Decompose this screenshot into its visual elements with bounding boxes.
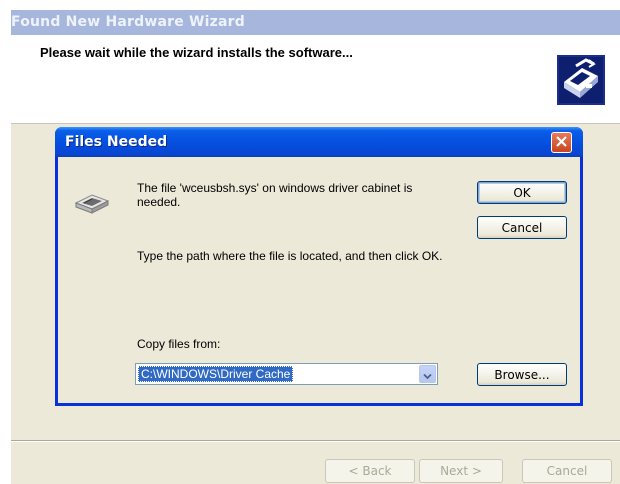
close-button[interactable] (551, 132, 572, 153)
close-icon (555, 133, 568, 152)
dialog-title: Files Needed (65, 134, 168, 150)
disk-drive-icon (74, 191, 110, 219)
copy-files-from-value[interactable]: C:\WINDOWS\Driver Cache (138, 366, 294, 382)
wizard-title-bar[interactable]: Found New Hardware Wizard (11, 10, 620, 35)
browse-button[interactable]: Browse... (477, 363, 567, 386)
dropdown-button[interactable] (419, 365, 436, 383)
wizard-footer-separator (11, 440, 620, 442)
wizard-title: Found New Hardware Wizard (11, 14, 245, 30)
wizard-cancel-button[interactable]: Cancel (522, 459, 612, 483)
files-needed-dialog: Files Needed The file 'wceusbsh.sys' on … (55, 127, 583, 406)
copy-files-from-combobox[interactable]: C:\WINDOWS\Driver Cache (135, 363, 438, 385)
back-button[interactable]: < Back (325, 459, 415, 483)
missing-file-message: The file 'wceusbsh.sys' on windows drive… (137, 181, 413, 209)
next-button[interactable]: Next > (419, 459, 503, 483)
hardware-wizard-icon (556, 54, 606, 106)
dialog-title-bar[interactable]: Files Needed (55, 127, 583, 157)
path-instruction: Type the path where the file is located,… (137, 249, 443, 263)
ok-button[interactable]: OK (477, 181, 567, 204)
dialog-body: The file 'wceusbsh.sys' on windows drive… (58, 157, 580, 403)
copy-files-from-label: Copy files from: (137, 337, 221, 351)
wizard-header-text: Please wait while the wizard installs th… (40, 45, 353, 60)
dialog-cancel-button[interactable]: Cancel (477, 216, 567, 239)
chevron-down-icon (423, 365, 432, 384)
wizard-header: Please wait while the wizard installs th… (11, 35, 620, 124)
